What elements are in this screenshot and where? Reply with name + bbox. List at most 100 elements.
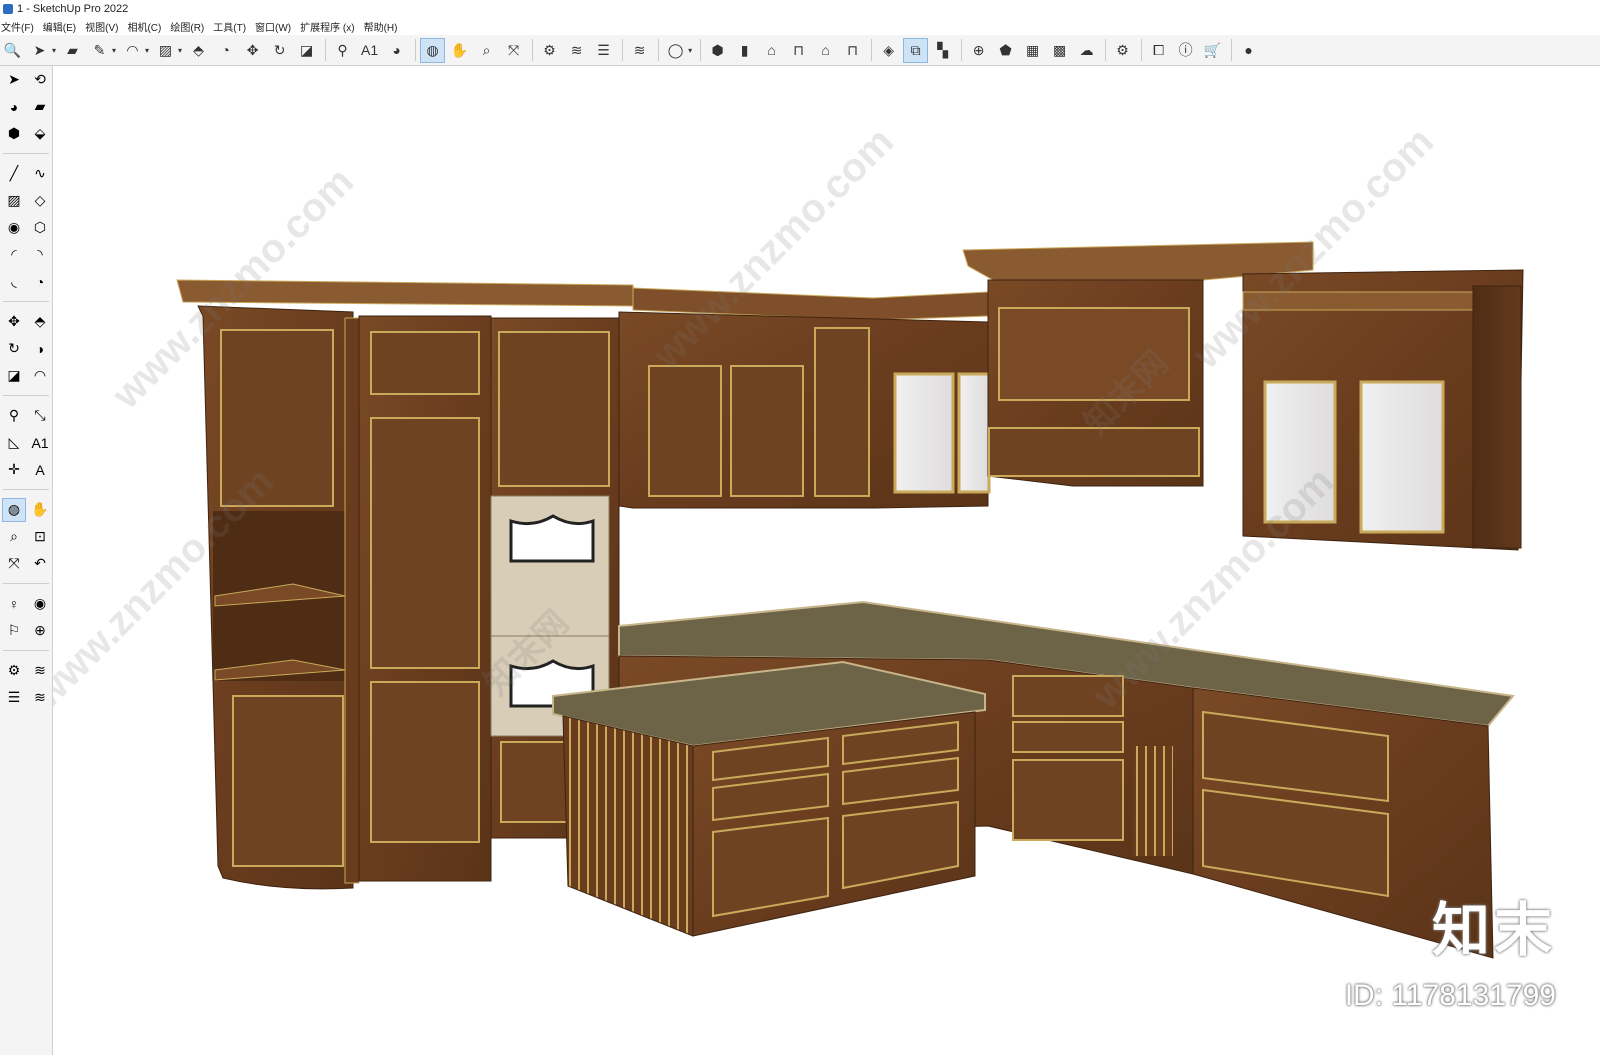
rotated-rectangle-icon[interactable]: ◇ [28,189,52,213]
eraser-icon[interactable]: ▰ [60,38,85,63]
styles-icon[interactable]: ▦ [1020,38,1045,63]
walk-icon[interactable]: ⚐ [2,619,26,643]
look-around-icon[interactable]: ◉ [28,592,52,616]
tag-icon[interactable]: ⬙ [28,122,52,146]
zoom-window-icon[interactable]: ⊡ [28,525,52,549]
back-view-icon[interactable]: ⌂ [813,38,838,63]
paint-icon[interactable]: ◕ [2,95,26,119]
axes-icon[interactable]: ✛ [2,458,26,482]
shadows-icon[interactable]: ⬟ [993,38,1018,63]
warehouse-icon[interactable]: ⚙ [2,659,26,683]
extension-manager-icon[interactable]: ≋ [627,38,652,63]
paint-bucket-icon[interactable]: ◕ [384,38,409,63]
pie-icon[interactable]: ◔ [28,270,52,294]
polygon-icon[interactable]: ⬡ [28,216,52,240]
account-icon[interactable]: ◯ [663,38,688,63]
scale-icon[interactable]: ◪ [294,38,319,63]
chevron-down-icon[interactable]: ▾ [145,46,149,55]
move-icon[interactable]: ✥ [240,38,265,63]
position-camera-icon[interactable]: ♀ [2,592,26,616]
previous-view-icon[interactable]: ↶ [28,552,52,576]
iso-view-icon[interactable]: ⬢ [705,38,730,63]
display-section-icon[interactable]: ⧉ [903,37,929,63]
front-view-icon[interactable]: ⌂ [759,38,784,63]
menu-item-6[interactable]: 窗口(W) [255,19,291,34]
rotate-icon[interactable]: ↻ [2,337,26,361]
tape-measure-icon[interactable]: ⚲ [330,38,355,63]
search-icon[interactable]: 🔍 [0,38,25,63]
cart-icon[interactable]: 🛒 [1200,38,1225,63]
fog-icon[interactable]: ▩ [1047,38,1072,63]
scale-icon[interactable]: ◪ [2,364,26,388]
chevron-down-icon[interactable]: ▾ [52,46,56,55]
follow-me-icon[interactable]: ◑ [28,337,52,361]
eraser-icon[interactable]: ▰ [28,95,52,119]
section-fill-icon[interactable]: ▚ [930,38,955,63]
tape-measure-icon[interactable]: ⚲ [2,404,26,428]
protractor-icon[interactable]: ◺ [2,431,26,455]
ext-manager-icon[interactable]: ≋ [28,686,52,710]
rotate-icon[interactable]: ↻ [267,38,292,63]
line-icon[interactable]: ╱ [2,162,26,186]
right-view-icon[interactable]: ⊓ [786,38,811,63]
zoom-extents-icon[interactable]: ⤧ [2,552,26,576]
pan-icon[interactable]: ✋ [447,38,472,63]
text-icon[interactable]: A1 [357,38,382,63]
menu-item-0[interactable]: 文件(F) [1,19,34,34]
pencil-icon[interactable]: ✎ [87,38,112,63]
menu-item-7[interactable]: 扩展程序 (x) [300,19,354,34]
push-pull-icon[interactable]: ⬘ [28,310,52,334]
rectangle-icon[interactable]: ▨ [2,189,26,213]
chevron-down-icon[interactable]: ▾ [688,46,692,55]
menu-item-8[interactable]: 帮助(H) [364,19,398,34]
3d-text-icon[interactable]: A [28,458,52,482]
info-icon[interactable]: ⓘ [1173,38,1198,63]
orbit-icon[interactable]: ◍ [420,37,446,63]
select-icon[interactable]: ➤ [2,68,26,92]
extension-icon[interactable]: ≋ [28,659,52,683]
layout-icon[interactable]: ☰ [2,686,26,710]
push-pull-icon[interactable]: ⬘ [186,38,211,63]
offset-icon[interactable]: ◠ [28,364,52,388]
move-icon[interactable]: ✥ [2,310,26,334]
chevron-down-icon[interactable]: ▾ [112,46,116,55]
pan-icon[interactable]: ✋ [28,498,52,522]
settings-icon[interactable]: ⚙ [1110,38,1135,63]
extension-warehouse-icon[interactable]: ≋ [564,38,589,63]
3-point-arc-icon[interactable]: ◟ [2,270,26,294]
arc-icon[interactable]: ◠ [120,38,145,63]
follow-me-icon[interactable]: ◔ [213,38,238,63]
component-icon[interactable]: ⬢ [2,122,26,146]
circle-icon[interactable]: ◉ [2,216,26,240]
add-location-icon[interactable]: ⊕ [966,38,991,63]
dimension-icon[interactable]: ⤡ [28,404,52,428]
menu-item-2[interactable]: 视图(V) [85,19,118,34]
layout-icon[interactable]: ☰ [591,38,616,63]
left-toolbar-row: ⚲ ⤡ [0,402,52,429]
menu-item-3[interactable]: 相机(C) [127,19,161,34]
menu-item-1[interactable]: 编辑(E) [43,19,76,34]
cloud-icon[interactable]: ☁ [1074,38,1099,63]
menu-item-5[interactable]: 工具(T) [213,19,246,34]
freehand-icon[interactable]: ∿ [28,162,52,186]
menu-item-4[interactable]: 绘图(R) [170,19,204,34]
section-plane-icon[interactable]: ⊕ [28,619,52,643]
arc-icon[interactable]: ◜ [2,243,26,267]
left-view-icon[interactable]: ⊓ [840,38,865,63]
outliner-icon[interactable]: ⧠ [1146,38,1171,63]
rectangle-icon[interactable]: ▨ [153,38,178,63]
top-view-icon[interactable]: ▮ [732,38,757,63]
zoom-icon[interactable]: ⌕ [474,38,499,63]
orbit-active-icon[interactable]: ◍ [2,497,26,522]
3d-warehouse-icon[interactable]: ⚙ [537,38,562,63]
orbit-icon[interactable]: ⟲ [28,68,52,92]
model-viewport[interactable]: www.znzmo.com www.znzmo.com www.znzmo.co… [53,66,1600,1055]
2-point-arc-icon[interactable]: ◝ [28,243,52,267]
text-icon[interactable]: A1 [28,431,52,455]
user-icon[interactable]: ● [1236,38,1261,63]
zoom-extents-icon[interactable]: ⤧ [501,38,526,63]
zoom-icon[interactable]: ⌕ [2,525,26,549]
section-plane-icon[interactable]: ◈ [876,38,901,63]
select-tool-icon[interactable]: ➤ [27,38,52,63]
chevron-down-icon[interactable]: ▾ [178,46,182,55]
